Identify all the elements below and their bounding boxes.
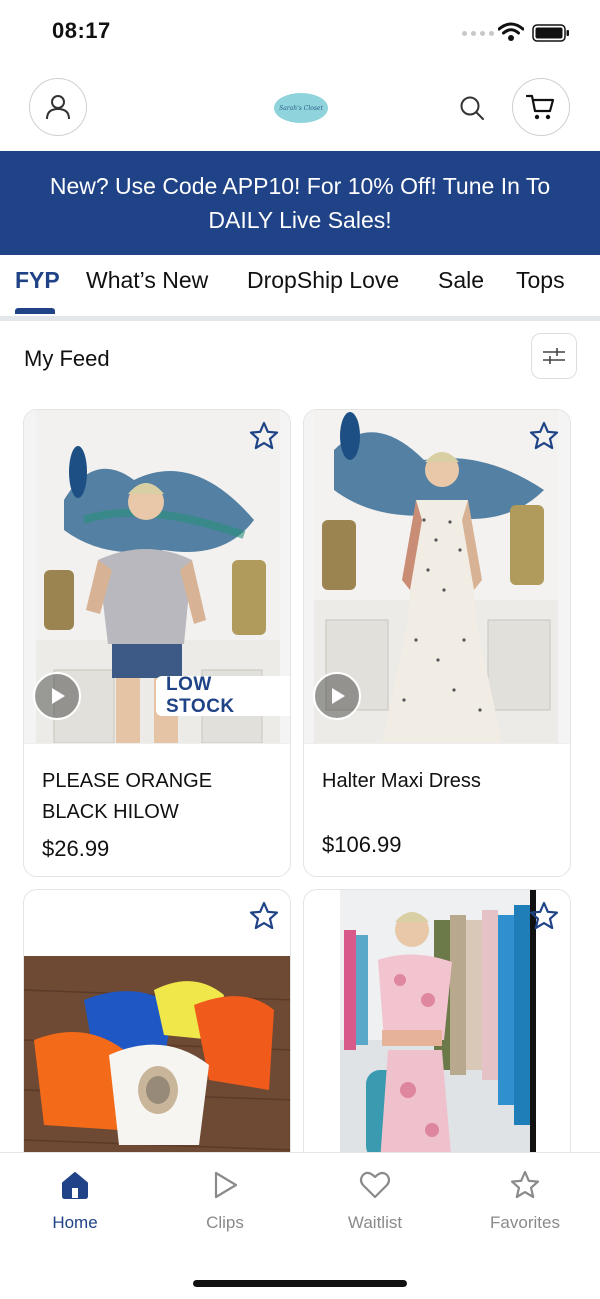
product-image[interactable] bbox=[304, 890, 570, 1188]
product-price: $106.99 bbox=[322, 832, 402, 857]
product-name[interactable]: Halter Maxi Dress bbox=[322, 766, 552, 797]
wifi-icon bbox=[498, 22, 524, 41]
tab-sale[interactable]: Sale bbox=[438, 267, 484, 294]
tab-tops[interactable]: Tops bbox=[516, 267, 565, 294]
product-info: Halter Maxi Dress $106.99 bbox=[304, 743, 570, 876]
nav-favorites[interactable]: Favorites bbox=[465, 1169, 585, 1233]
favorite-button[interactable] bbox=[527, 899, 561, 933]
tab-dropship-love[interactable]: DropShip Love bbox=[247, 267, 399, 294]
cart-icon bbox=[526, 94, 555, 120]
star-icon bbox=[510, 1170, 540, 1199]
play-icon bbox=[332, 688, 345, 704]
search-icon bbox=[460, 96, 484, 120]
account-button[interactable] bbox=[29, 78, 87, 136]
search-button[interactable] bbox=[456, 92, 488, 124]
nav-label-favorites: Favorites bbox=[490, 1213, 560, 1232]
play-icon bbox=[52, 688, 65, 704]
store-logo[interactable]: Sarah's Closet bbox=[274, 93, 328, 123]
play-video-button[interactable] bbox=[33, 672, 81, 720]
product-card[interactable] bbox=[23, 889, 291, 1189]
status-time: 08:17 bbox=[52, 18, 111, 43]
star-icon bbox=[249, 901, 279, 930]
favorite-button[interactable] bbox=[527, 419, 561, 453]
product-card[interactable]: Halter Maxi Dress $106.99 bbox=[303, 409, 571, 877]
sliders-icon bbox=[543, 348, 565, 364]
filter-button[interactable] bbox=[531, 333, 577, 379]
product-card[interactable]: LOW STOCK PLEASE ORANGE BLACK HILOW $26.… bbox=[23, 409, 291, 877]
product-image[interactable] bbox=[24, 890, 290, 1188]
product-image[interactable] bbox=[304, 410, 570, 743]
product-price: $26.99 bbox=[42, 836, 110, 861]
play-video-button[interactable] bbox=[313, 672, 361, 720]
cart-button[interactable] bbox=[512, 78, 570, 136]
tab-whats-new[interactable]: What’s New bbox=[86, 267, 208, 294]
nav-waitlist[interactable]: Waitlist bbox=[315, 1169, 435, 1233]
tabs-divider bbox=[0, 316, 600, 321]
product-card[interactable] bbox=[303, 889, 571, 1189]
low-stock-badge: LOW STOCK bbox=[156, 674, 290, 717]
bottom-navigation: Home Clips Waitlist Favorites bbox=[0, 1152, 600, 1299]
nav-home[interactable]: Home bbox=[15, 1169, 135, 1233]
nav-label-waitlist: Waitlist bbox=[347, 1213, 403, 1232]
feed-title: My Feed bbox=[24, 346, 110, 371]
favorite-button[interactable] bbox=[247, 419, 281, 453]
star-icon bbox=[249, 421, 279, 450]
nav-label-clips: Clips bbox=[206, 1213, 244, 1232]
signal-icon bbox=[462, 31, 494, 36]
active-tab-indicator bbox=[15, 308, 55, 314]
category-tabs: FYP What’s New DropShip Love Sale Tops bbox=[0, 255, 600, 317]
battery-icon bbox=[532, 24, 569, 42]
promo-text: New? Use Code APP10! For 10% Off! Tune I… bbox=[49, 173, 551, 233]
heart-icon bbox=[359, 1171, 391, 1199]
home-indicator bbox=[193, 1280, 407, 1287]
star-icon bbox=[529, 901, 559, 930]
favorite-button[interactable] bbox=[247, 899, 281, 933]
user-icon bbox=[46, 95, 70, 120]
nav-label-home: Home bbox=[52, 1213, 98, 1232]
product-image[interactable]: LOW STOCK bbox=[24, 410, 290, 743]
status-bar: 08:17 bbox=[0, 0, 600, 64]
play-icon bbox=[214, 1171, 238, 1199]
star-icon bbox=[529, 421, 559, 450]
nav-clips[interactable]: Clips bbox=[165, 1169, 285, 1233]
tab-fyp[interactable]: FYP bbox=[15, 267, 60, 294]
logo-text: Sarah's Closet bbox=[279, 104, 323, 112]
promo-banner[interactable]: New? Use Code APP10! For 10% Off! Tune I… bbox=[0, 151, 600, 255]
product-name[interactable]: PLEASE ORANGE BLACK HILOW bbox=[42, 766, 272, 828]
app-header: Sarah's Closet bbox=[0, 64, 600, 152]
home-icon bbox=[62, 1172, 88, 1199]
product-info: PLEASE ORANGE BLACK HILOW $26.99 bbox=[24, 743, 290, 876]
